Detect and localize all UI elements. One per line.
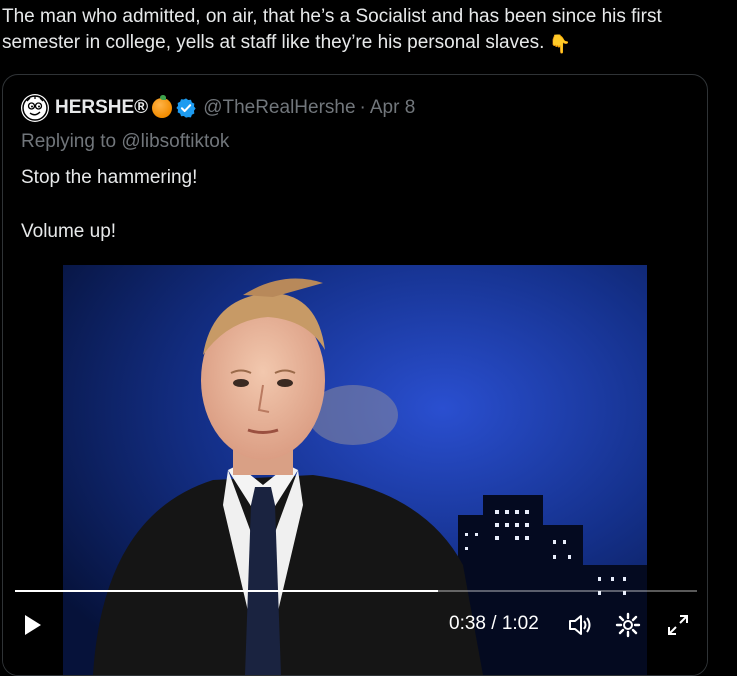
- pointing-down-emoji-icon: 👇: [548, 34, 571, 54]
- video-frame[interactable]: [63, 265, 647, 675]
- video-progress-bar[interactable]: [15, 590, 697, 592]
- avatar-cartoon-icon: [22, 95, 48, 121]
- settings-icon[interactable]: [615, 612, 641, 638]
- avatar[interactable]: [21, 94, 49, 122]
- play-icon[interactable]: [19, 612, 45, 638]
- verified-badge-icon: [176, 98, 196, 118]
- quoted-line-1: Stop the hammering!: [21, 167, 198, 188]
- quoted-line-2: Volume up!: [21, 221, 117, 242]
- video-progress-fill: [15, 590, 438, 592]
- news-anchor-still-image: [63, 265, 647, 675]
- quoted-tweet-header: HERSHE® @TheRealHershe · Apr 8: [21, 94, 415, 122]
- quoted-date[interactable]: Apr 8: [370, 97, 415, 119]
- tweet-text: The man who admitted, on air, that he’s …: [2, 4, 722, 57]
- quoted-display-name[interactable]: HERSHE®: [55, 97, 148, 119]
- orange-emoji-icon: [152, 95, 173, 118]
- quoted-tweet-body: Stop the hammering! Volume up!: [21, 165, 197, 245]
- quoted-tweet-card[interactable]: HERSHE® @TheRealHershe · Apr 8 Replying …: [2, 74, 708, 676]
- volume-icon[interactable]: [567, 612, 593, 638]
- quoted-handle[interactable]: @TheRealHershe: [203, 97, 355, 119]
- fullscreen-icon[interactable]: [665, 612, 691, 638]
- video-time: 0:38 / 1:02: [449, 613, 539, 634]
- header-separator: ·: [359, 97, 366, 118]
- replying-to-label: Replying to @libsoftiktok: [21, 131, 230, 152]
- video-player[interactable]: 0:38 / 1:02: [3, 265, 707, 675]
